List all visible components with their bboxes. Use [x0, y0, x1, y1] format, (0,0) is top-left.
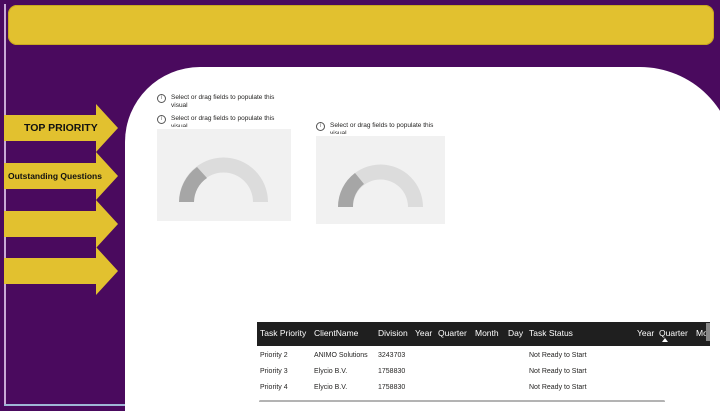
tasks-table[interactable]: Task Priority ClientName Division Year Q… [257, 322, 710, 402]
column-header-task-priority[interactable]: Task Priority [260, 328, 306, 338]
empty-visual-text: Select or drag fields to populate this v… [171, 94, 275, 109]
empty-visual-message: i Select or drag fields to populate this… [157, 94, 287, 110]
horizontal-scrollbar[interactable] [259, 400, 665, 402]
cell-task-status: Not Ready to Start [529, 384, 587, 391]
column-header-month[interactable]: Month [475, 328, 499, 338]
info-icon: i [157, 94, 166, 103]
column-header-year[interactable]: Year [415, 328, 432, 338]
nav-arrow-label: Outstanding Questions [8, 171, 102, 181]
empty-visual-message: i Select or drag fields to populate this… [157, 115, 287, 127]
column-header-client-name[interactable]: ClientName [314, 328, 358, 338]
cell-task-status: Not Ready to Start [529, 352, 587, 359]
cell-task-priority: Priority 2 [260, 352, 288, 359]
column-header-year-2[interactable]: Year [637, 328, 654, 338]
left-border [4, 4, 6, 406]
cell-division: 1758830 [378, 384, 406, 391]
header-banner [8, 5, 714, 45]
cell-task-priority: Priority 3 [260, 368, 288, 375]
cell-division: 1758830 [378, 368, 406, 375]
table-header: Task Priority ClientName Division Year Q… [257, 322, 710, 346]
column-header-quarter[interactable]: Quarter [438, 328, 467, 338]
cell-client-name: Elycio B.V. [314, 368, 348, 375]
cell-task-status: Not Ready to Start [529, 368, 587, 375]
gauge-placeholder-icon [338, 164, 423, 207]
nav-arrow-label: TOP PRIORITY [24, 122, 98, 134]
column-header-division[interactable]: Division [378, 328, 408, 338]
empty-visual-text: Select or drag fields to populate this v… [171, 115, 275, 127]
cell-division: 3243703 [378, 352, 406, 359]
cell-client-name: ANIMO Solutions [314, 352, 368, 359]
gauge-placeholder-icon [179, 157, 268, 202]
empty-visual-text: Select or drag fields to populate this v… [330, 122, 434, 134]
sort-ascending-icon[interactable] [662, 338, 668, 342]
vertical-scrollbar[interactable] [706, 323, 710, 341]
column-header-task-status[interactable]: Task Status [529, 328, 573, 338]
column-header-day[interactable]: Day [508, 328, 523, 338]
column-header-quarter-2[interactable]: Quarter [659, 328, 688, 338]
gauge-visual-2[interactable] [316, 136, 445, 224]
gauge-visual-1[interactable] [157, 129, 291, 221]
cell-client-name: Elycio B.V. [314, 384, 348, 391]
cell-task-priority: Priority 4 [260, 384, 288, 391]
info-icon: i [157, 115, 166, 124]
empty-visual-message: i Select or drag fields to populate this… [316, 122, 446, 134]
info-icon: i [316, 122, 325, 131]
